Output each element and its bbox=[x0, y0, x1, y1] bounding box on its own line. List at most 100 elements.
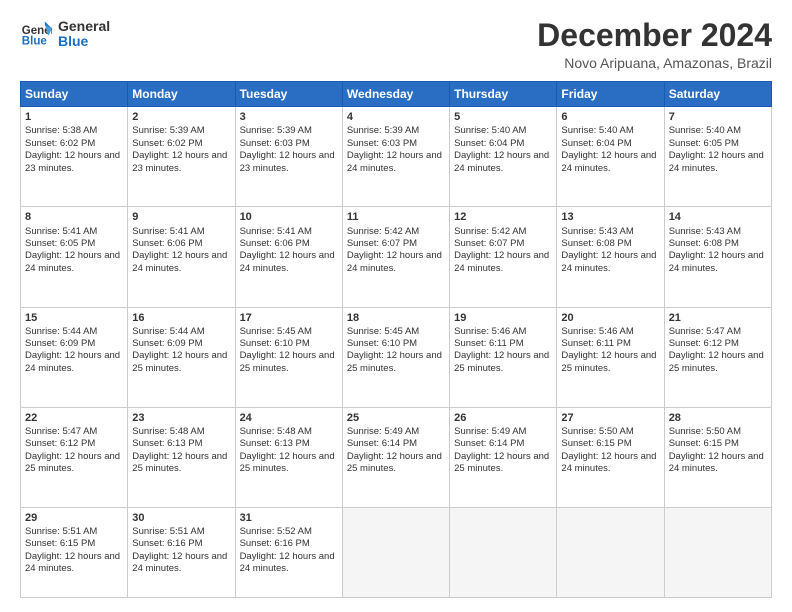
table-row: 29Sunrise: 5:51 AMSunset: 6:15 PM Dayligh… bbox=[21, 507, 128, 597]
col-wednesday: Wednesday bbox=[342, 82, 449, 107]
col-tuesday: Tuesday bbox=[235, 82, 342, 107]
sunset-label: Sunset: 6:15 PM bbox=[561, 438, 631, 449]
sunrise-label: Sunrise: 5:47 AM bbox=[669, 326, 741, 337]
table-row: 14Sunrise: 5:43 AMSunset: 6:08 PMDayligh… bbox=[664, 207, 771, 307]
table-row: 25Sunrise: 5:49 AMSunset: 6:14 PMDayligh… bbox=[342, 407, 449, 507]
sunrise-label: Sunrise: 5:51 AM bbox=[25, 526, 97, 537]
sunrise-label: Sunrise: 5:49 AM bbox=[454, 426, 526, 437]
daylight-label: Daylight: 12 hours and 25 minutes. bbox=[240, 451, 335, 474]
logo-blue: Blue bbox=[58, 34, 110, 49]
sunset-label: Sunset: 6:03 PM bbox=[347, 138, 417, 149]
day-number: 3 bbox=[240, 110, 338, 124]
sunset-label: Sunset: 6:08 PM bbox=[561, 238, 631, 249]
day-number: 29 bbox=[25, 511, 123, 525]
sunrise-label: Sunrise: 5:42 AM bbox=[454, 226, 526, 237]
table-row: 18Sunrise: 5:45 AMSunset: 6:10 PMDayligh… bbox=[342, 307, 449, 407]
logo-icon: General Blue bbox=[20, 18, 52, 50]
sunset-label: Sunset: 6:04 PM bbox=[561, 138, 631, 149]
sunset-label: Sunset: 6:16 PM bbox=[240, 538, 310, 549]
page: General Blue General Blue December 2024 … bbox=[0, 0, 792, 612]
table-row: 22Sunrise: 5:47 AMSunset: 6:12 PMDayligh… bbox=[21, 407, 128, 507]
table-row: 8Sunrise: 5:41 AMSunset: 6:05 PMDaylight… bbox=[21, 207, 128, 307]
day-number: 1 bbox=[25, 110, 123, 124]
sunrise-label: Sunrise: 5:40 AM bbox=[669, 125, 741, 136]
day-number: 12 bbox=[454, 210, 552, 224]
calendar-header-row: Sunday Monday Tuesday Wednesday Thursday… bbox=[21, 82, 772, 107]
table-row bbox=[664, 507, 771, 597]
table-row: 21Sunrise: 5:47 AMSunset: 6:12 PMDayligh… bbox=[664, 307, 771, 407]
sunrise-label: Sunrise: 5:41 AM bbox=[132, 226, 204, 237]
table-row: 23Sunrise: 5:48 AMSunset: 6:13 PMDayligh… bbox=[128, 407, 235, 507]
sunset-label: Sunset: 6:15 PM bbox=[669, 438, 739, 449]
sunset-label: Sunset: 6:15 PM bbox=[25, 538, 95, 549]
daylight-label: Daylight: 12 hours and 24 minutes. bbox=[669, 451, 764, 474]
day-number: 2 bbox=[132, 110, 230, 124]
day-number: 5 bbox=[454, 110, 552, 124]
sunrise-label: Sunrise: 5:44 AM bbox=[25, 326, 97, 337]
day-number: 4 bbox=[347, 110, 445, 124]
daylight-label: Daylight: 12 hours and 24 minutes. bbox=[240, 250, 335, 273]
table-row bbox=[450, 507, 557, 597]
day-number: 6 bbox=[561, 110, 659, 124]
day-number: 18 bbox=[347, 311, 445, 325]
header: General Blue General Blue December 2024 … bbox=[20, 18, 772, 71]
daylight-label: Daylight: 12 hours and 24 minutes. bbox=[132, 551, 227, 574]
sunset-label: Sunset: 6:09 PM bbox=[25, 338, 95, 349]
table-row: 6Sunrise: 5:40 AMSunset: 6:04 PMDaylight… bbox=[557, 107, 664, 207]
daylight-label: Daylight: 12 hours and 25 minutes. bbox=[347, 451, 442, 474]
table-row: 16Sunrise: 5:44 AMSunset: 6:09 PMDayligh… bbox=[128, 307, 235, 407]
daylight-label: Daylight: 12 hours and 24 minutes. bbox=[347, 250, 442, 273]
col-saturday: Saturday bbox=[664, 82, 771, 107]
sunrise-label: Sunrise: 5:39 AM bbox=[240, 125, 312, 136]
table-row: 28Sunrise: 5:50 AMSunset: 6:15 PMDayligh… bbox=[664, 407, 771, 507]
day-number: 22 bbox=[25, 411, 123, 425]
day-number: 23 bbox=[132, 411, 230, 425]
sunrise-label: Sunrise: 5:45 AM bbox=[240, 326, 312, 337]
day-number: 31 bbox=[240, 511, 338, 525]
daylight-label: Daylight: 12 hours and 24 minutes. bbox=[347, 150, 442, 173]
daylight-label: Daylight: 12 hours and 24 minutes. bbox=[454, 150, 549, 173]
sunrise-label: Sunrise: 5:40 AM bbox=[454, 125, 526, 136]
sunset-label: Sunset: 6:10 PM bbox=[347, 338, 417, 349]
calendar-week-row: 15Sunrise: 5:44 AMSunset: 6:09 PMDayligh… bbox=[21, 307, 772, 407]
day-number: 30 bbox=[132, 511, 230, 525]
sunrise-label: Sunrise: 5:41 AM bbox=[240, 226, 312, 237]
sunrise-label: Sunrise: 5:42 AM bbox=[347, 226, 419, 237]
calendar-week-row: 1Sunrise: 5:38 AMSunset: 6:02 PMDaylight… bbox=[21, 107, 772, 207]
sunrise-label: Sunrise: 5:49 AM bbox=[347, 426, 419, 437]
daylight-label: Daylight: 12 hours and 24 minutes. bbox=[669, 250, 764, 273]
sunrise-label: Sunrise: 5:40 AM bbox=[561, 125, 633, 136]
sunrise-label: Sunrise: 5:47 AM bbox=[25, 426, 97, 437]
sunrise-label: Sunrise: 5:43 AM bbox=[669, 226, 741, 237]
day-number: 28 bbox=[669, 411, 767, 425]
table-row bbox=[342, 507, 449, 597]
daylight-label: Daylight: 12 hours and 25 minutes. bbox=[454, 451, 549, 474]
sunset-label: Sunset: 6:13 PM bbox=[240, 438, 310, 449]
sunset-label: Sunset: 6:11 PM bbox=[454, 338, 524, 349]
sunrise-label: Sunrise: 5:51 AM bbox=[132, 526, 204, 537]
table-row: 1Sunrise: 5:38 AMSunset: 6:02 PMDaylight… bbox=[21, 107, 128, 207]
sunset-label: Sunset: 6:07 PM bbox=[347, 238, 417, 249]
sunset-label: Sunset: 6:04 PM bbox=[454, 138, 524, 149]
daylight-label: Daylight: 12 hours and 23 minutes. bbox=[240, 150, 335, 173]
sunset-label: Sunset: 6:07 PM bbox=[454, 238, 524, 249]
col-thursday: Thursday bbox=[450, 82, 557, 107]
daylight-label: Daylight: 12 hours and 24 minutes. bbox=[25, 551, 120, 574]
sunrise-label: Sunrise: 5:43 AM bbox=[561, 226, 633, 237]
table-row: 20Sunrise: 5:46 AMSunset: 6:11 PMDayligh… bbox=[557, 307, 664, 407]
table-row: 3Sunrise: 5:39 AMSunset: 6:03 PMDaylight… bbox=[235, 107, 342, 207]
table-row: 12Sunrise: 5:42 AMSunset: 6:07 PMDayligh… bbox=[450, 207, 557, 307]
svg-text:Blue: Blue bbox=[22, 36, 48, 48]
sunset-label: Sunset: 6:16 PM bbox=[132, 538, 202, 549]
table-row: 31Sunrise: 5:52 AMSunset: 6:16 PMDayligh… bbox=[235, 507, 342, 597]
calendar-week-row: 8Sunrise: 5:41 AMSunset: 6:05 PMDaylight… bbox=[21, 207, 772, 307]
daylight-label: Daylight: 12 hours and 25 minutes. bbox=[347, 350, 442, 373]
daylight-label: Daylight: 12 hours and 24 minutes. bbox=[669, 150, 764, 173]
day-number: 26 bbox=[454, 411, 552, 425]
day-number: 27 bbox=[561, 411, 659, 425]
sunrise-label: Sunrise: 5:45 AM bbox=[347, 326, 419, 337]
sunrise-label: Sunrise: 5:39 AM bbox=[347, 125, 419, 136]
sunrise-label: Sunrise: 5:46 AM bbox=[561, 326, 633, 337]
daylight-label: Daylight: 12 hours and 25 minutes. bbox=[561, 350, 656, 373]
calendar-week-row: 29Sunrise: 5:51 AMSunset: 6:15 PMDayligh… bbox=[21, 507, 772, 597]
